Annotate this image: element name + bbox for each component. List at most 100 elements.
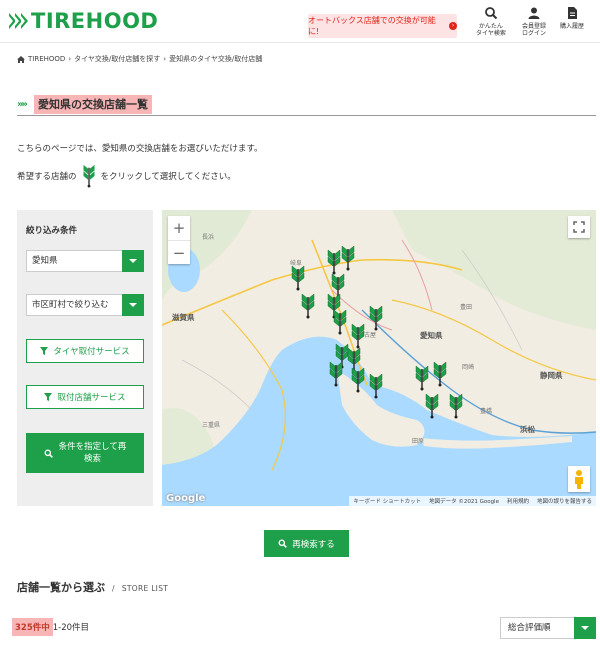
store-pin[interactable]	[369, 305, 383, 331]
zoom-out-button[interactable]: −	[168, 240, 190, 264]
nav-tire-search-label2: タイヤ検索	[476, 30, 506, 37]
tire-install-service-button[interactable]: タイヤ取付サービス	[26, 339, 144, 363]
promo-text: オートバックス店舗での交換が可能に!	[308, 16, 436, 36]
map-label: 豊田	[460, 304, 473, 311]
google-logo: Google	[166, 493, 206, 504]
breadcrumb-find-store[interactable]: タイヤ交換/取付店舗を探す	[74, 54, 160, 64]
filter-title: 絞り込み条件	[26, 226, 78, 236]
nav-purchase-history-label: 購入履歴	[560, 23, 585, 30]
store-pin[interactable]	[291, 265, 305, 291]
nav-tire-search[interactable]: かんたん タイヤ検索	[476, 6, 506, 37]
store-pin[interactable]	[351, 367, 365, 393]
map-label: 浜松	[520, 425, 535, 434]
map-base	[162, 210, 596, 506]
store-list-separator: /	[112, 584, 115, 593]
store-pin[interactable]	[341, 245, 355, 271]
arrow-right-icon: ›	[449, 22, 457, 30]
nav-login[interactable]: 会員登録 ログイン	[522, 6, 546, 37]
home-icon	[17, 55, 25, 63]
logo-text: TIREHOOD	[31, 9, 159, 33]
store-service-label: 取付店舗サービス	[57, 393, 126, 403]
breadcrumb-current: 愛知県のタイヤ交換/取付店舗	[169, 55, 263, 63]
store-service-button[interactable]: 取付店舗サービス	[26, 385, 144, 409]
sort-select-value: 総合評価順	[508, 623, 551, 633]
intro-instruction-before: 希望する店舗の	[17, 172, 77, 182]
map-label: 静岡県	[540, 371, 563, 380]
street-view-button[interactable]	[568, 466, 590, 492]
store-list-title: 店舗一覧から選ぶ	[17, 581, 105, 594]
fullscreen-button[interactable]	[568, 216, 590, 238]
store-pin[interactable]	[415, 365, 429, 391]
result-total: 325件中	[12, 618, 53, 636]
zoom-in-button[interactable]: +	[168, 216, 190, 240]
chevron-right-icon: ›	[163, 55, 167, 63]
prefecture-select[interactable]: 愛知県	[26, 250, 144, 272]
chevron-down-icon[interactable]	[122, 250, 144, 272]
sort-select[interactable]: 総合評価順	[500, 617, 596, 639]
city-select-value: 市区町村で絞り込む	[32, 300, 109, 310]
map-label: 滋賀県	[172, 313, 195, 322]
site-header: TIREHOOD オートバックス店舗での交換が可能に! › かんたん タイヤ検索…	[0, 0, 600, 43]
fullscreen-icon	[573, 221, 585, 233]
zoom-control: + −	[168, 216, 190, 264]
map-keyboard-shortcuts[interactable]: キーボード ショートカット	[353, 497, 421, 505]
tire-install-service-label: タイヤ取付サービス	[53, 347, 130, 357]
user-icon	[528, 7, 540, 19]
store-pin[interactable]	[433, 361, 447, 387]
store-list-subtitle: STORE LIST	[121, 584, 169, 593]
breadcrumb-home[interactable]: TIREHOOD	[28, 55, 65, 63]
intro-instruction: 希望する店舗の をクリックして選択してください。	[17, 164, 236, 188]
store-list-heading: 店舗一覧から選ぶ / STORE LIST	[17, 579, 168, 595]
store-pin[interactable]	[425, 393, 439, 419]
search-icon	[44, 449, 53, 458]
store-pin-icon	[82, 164, 95, 188]
filter-panel: 絞り込み条件 愛知県 市区町村で絞り込む タイヤ取付サービス 取付店舗サービス …	[17, 210, 153, 506]
chevron-down-icon[interactable]	[574, 617, 596, 639]
map-label: 豊橋	[480, 408, 493, 415]
store-pin[interactable]	[449, 393, 463, 419]
research-button[interactable]: 再検索する	[264, 530, 349, 557]
filter-icon	[44, 393, 53, 401]
breadcrumb: TIREHOOD › タイヤ交換/取付店舗を探す › 愛知県のタイヤ交換/取付店…	[17, 54, 262, 64]
map-label: 愛知県	[420, 331, 443, 340]
map-label: 三重県	[202, 422, 221, 429]
store-pin[interactable]	[301, 293, 315, 319]
condition-search-label1: 条件を指定して再	[58, 442, 127, 452]
map-label: 岡崎	[462, 364, 475, 371]
chevron-right-icon: ›	[68, 55, 72, 63]
search-icon	[278, 539, 288, 548]
store-pin[interactable]	[333, 309, 347, 335]
map-footer: キーボード ショートカット 地図データ ©2021 Google 利用規約 地図…	[349, 496, 596, 506]
pegman-icon	[575, 470, 583, 489]
map-label: 田原	[412, 438, 425, 445]
filter-icon	[40, 347, 49, 355]
nav-tire-search-label1: かんたん	[478, 23, 503, 30]
promo-banner[interactable]: オートバックス店舗での交換が可能に! ›	[308, 14, 457, 38]
research-label: 再検索する	[292, 539, 335, 550]
store-pin[interactable]	[327, 249, 341, 275]
page-title: 愛知県の交換店舗一覧	[34, 95, 152, 114]
nav-login-label2: ログイン	[522, 30, 547, 37]
store-pin[interactable]	[369, 373, 383, 399]
nav-login-label1: 会員登録	[522, 23, 547, 30]
logo[interactable]: TIREHOOD	[9, 9, 158, 33]
map-terms[interactable]: 利用規約	[507, 497, 529, 505]
nav-purchase-history[interactable]: 購入履歴	[560, 6, 584, 30]
store-map[interactable]: 滋賀県 愛知県 静岡県 浜松 名古屋 田原 三重県 長浜 岐阜 豊田 岡崎 豊橋…	[162, 210, 596, 506]
result-range: 1-20件目	[52, 623, 90, 633]
intro-instruction-after: をクリックして選択してください。	[100, 172, 236, 182]
map-data-credit: 地図データ ©2021 Google	[429, 499, 499, 505]
intro-text: こちらのページでは、愛知県の交換店舗をお選びいただけます。	[17, 144, 263, 154]
store-pin[interactable]	[329, 361, 343, 387]
search-icon	[485, 7, 498, 20]
condition-search-button[interactable]: 条件を指定して再 検索	[26, 433, 144, 473]
page-title-bar: »» 愛知県の交換店舗一覧	[17, 95, 596, 116]
chevron-down-icon[interactable]	[122, 294, 144, 316]
document-icon	[568, 7, 577, 19]
store-pin[interactable]	[351, 323, 365, 349]
result-count: 325件中 1-20件目	[12, 618, 89, 636]
condition-search-label2: 検索	[83, 454, 101, 464]
prefecture-select-value: 愛知県	[32, 256, 58, 266]
city-select[interactable]: 市区町村で絞り込む	[26, 294, 144, 316]
map-report-error[interactable]: 地図の誤りを報告する	[537, 497, 592, 505]
